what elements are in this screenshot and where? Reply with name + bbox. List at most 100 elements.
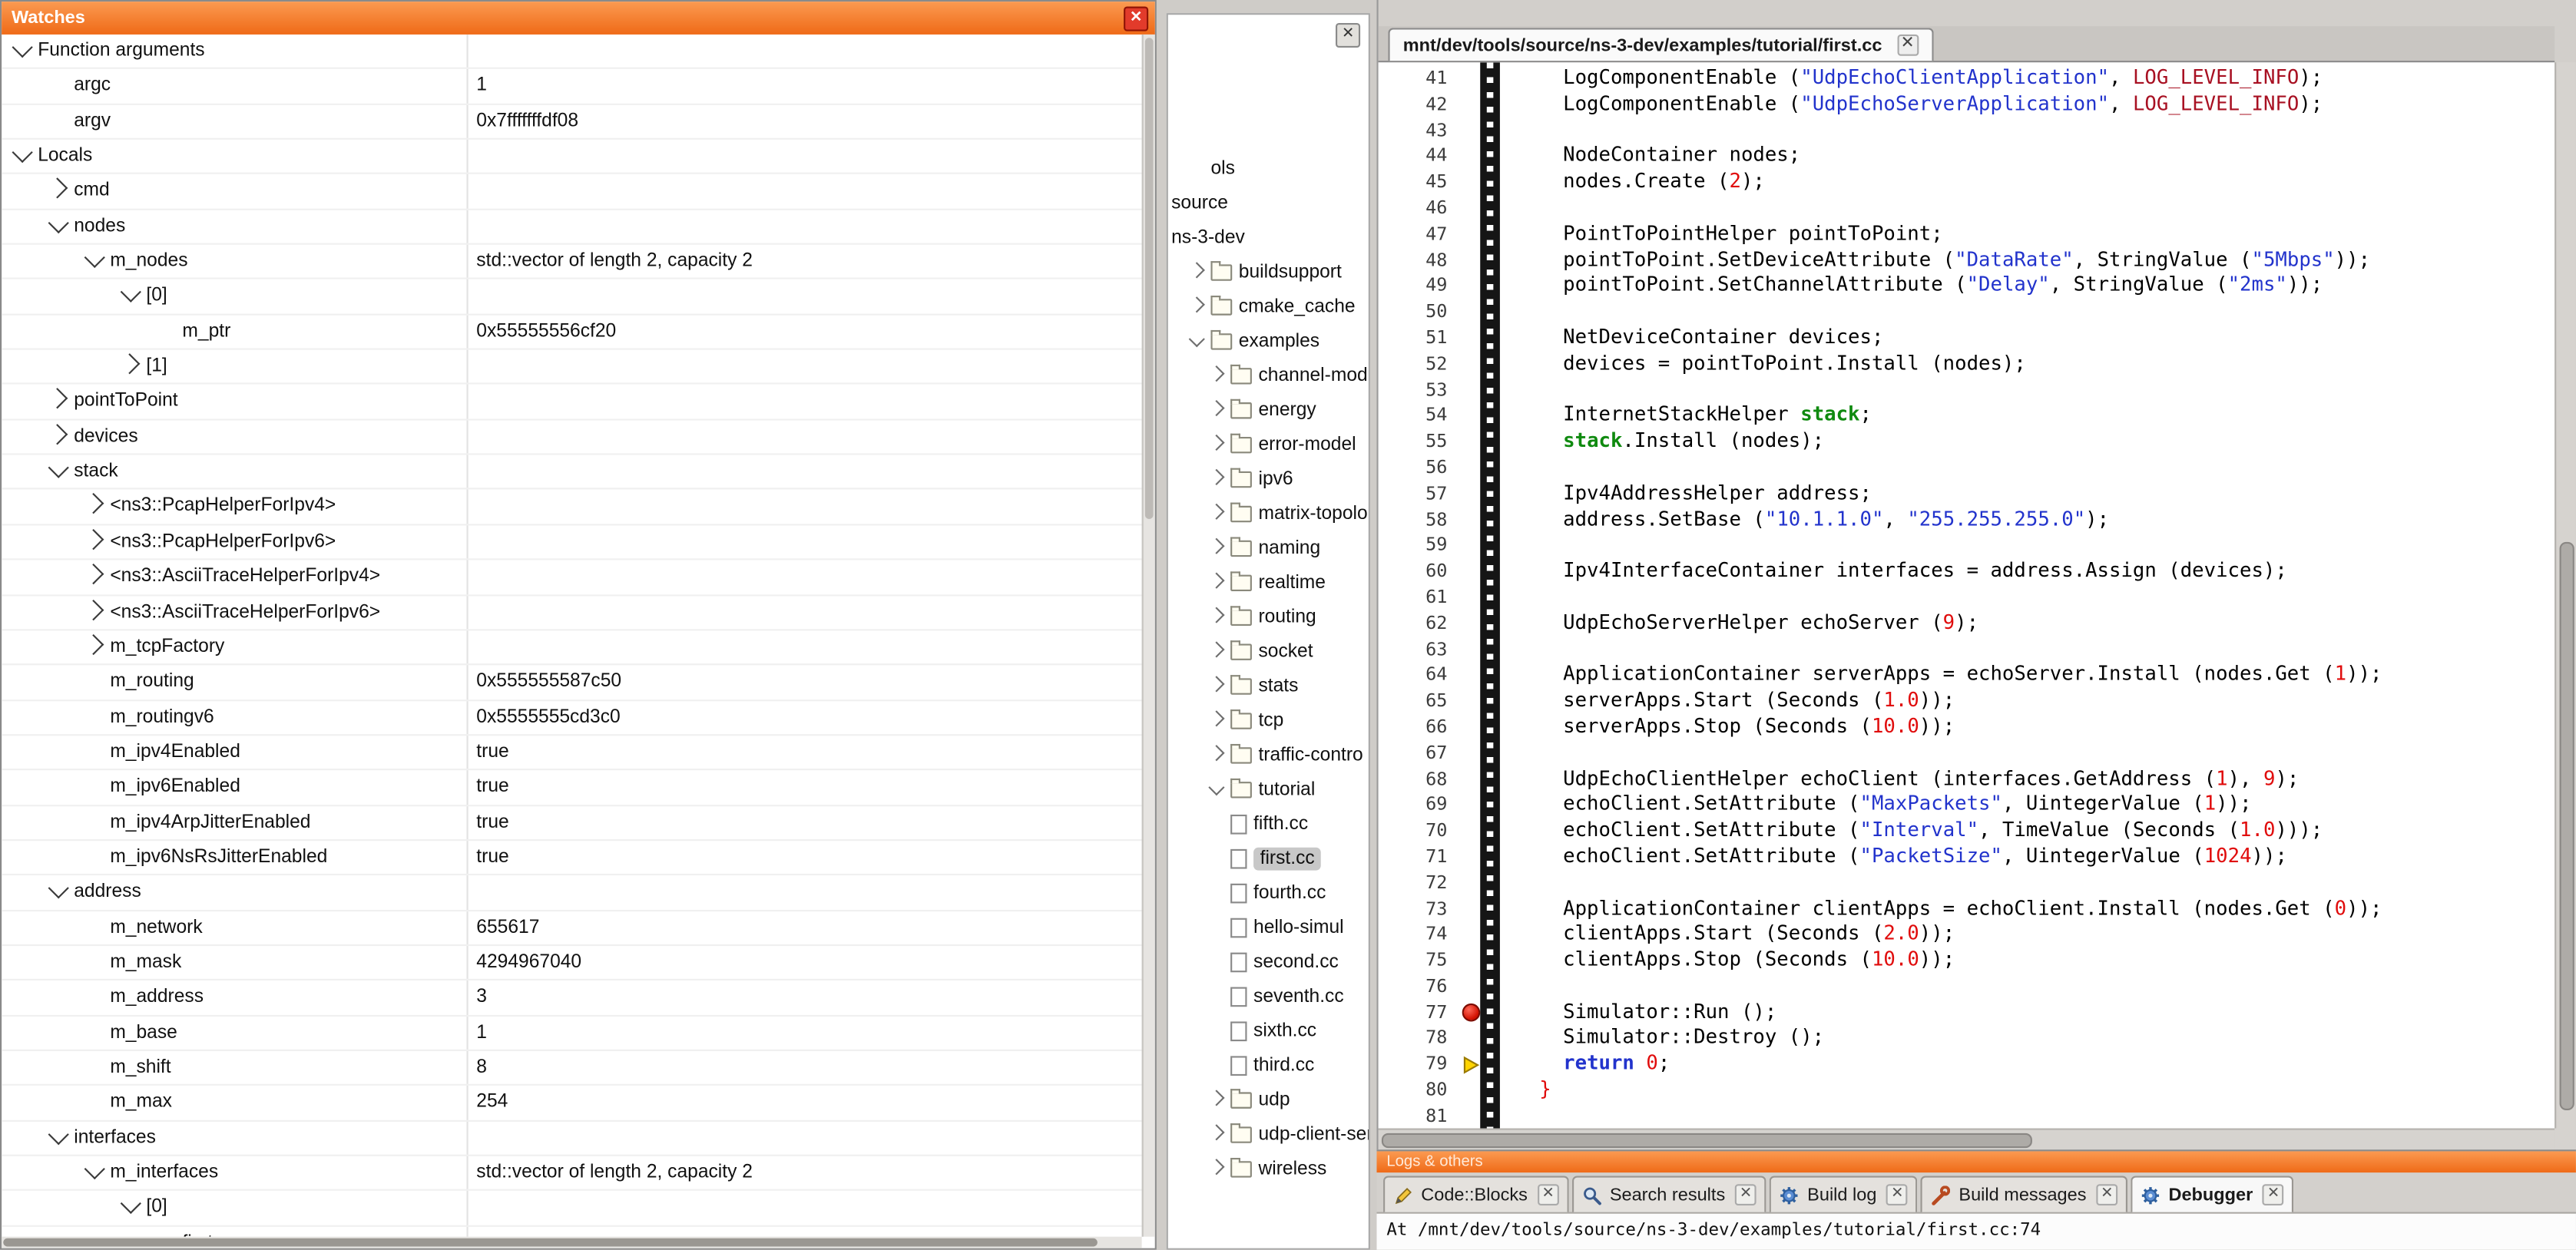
scrollbar-thumb[interactable] (1145, 38, 1154, 518)
logs-tab-search-results[interactable]: Search results✕ (1572, 1176, 1766, 1212)
breakpoint-margin-cell[interactable] (1461, 66, 1507, 92)
chevron-right-icon[interactable] (1208, 539, 1224, 555)
tree-item-cmake-cache[interactable]: cmake_cache (1168, 291, 1369, 326)
chevron-right-icon[interactable] (83, 599, 104, 620)
watch-row[interactable]: m_address3 (2, 981, 1141, 1017)
code-line[interactable] (1539, 1103, 2554, 1128)
tree-item-udp[interactable]: udp (1168, 1084, 1369, 1119)
watch-row[interactable]: <ns3::AsciiTraceHelperForIpv6> (2, 595, 1141, 630)
close-icon[interactable]: ✕ (1336, 23, 1360, 48)
tree-item-fifth-cc[interactable]: fifth.cc (1168, 808, 1369, 842)
chevron-right-icon[interactable] (1208, 366, 1224, 382)
watch-row[interactable]: m_mask4294967040 (2, 946, 1141, 981)
logs-titlebar[interactable]: Logs & others (1376, 1151, 2575, 1172)
code-line[interactable]: ApplicationContainer clientApps = echoCl… (1539, 896, 2554, 922)
watch-row[interactable]: argv0x7fffffffdf08 (2, 104, 1141, 140)
watch-row[interactable]: [0] (2, 1192, 1141, 1227)
tree-item-wireless[interactable]: wireless (1168, 1153, 1369, 1188)
chevron-down-icon[interactable] (121, 283, 141, 303)
close-icon[interactable]: ✕ (2096, 1184, 2117, 1205)
breakpoint-margin-cell[interactable] (1461, 1026, 1507, 1052)
breakpoint-margin-cell[interactable] (1461, 1000, 1507, 1026)
code-line[interactable]: clientApps.Start (Seconds (2.0)); (1539, 922, 2554, 948)
breakpoint-margin-cell[interactable] (1461, 559, 1507, 585)
watch-row[interactable]: nodes (2, 210, 1141, 245)
logs-tab-code-blocks[interactable]: Code::Blocks✕ (1383, 1176, 1568, 1212)
scrollbar-thumb[interactable] (2558, 542, 2573, 1110)
tree-item-fourth-cc[interactable]: fourth.cc (1168, 877, 1369, 911)
breakpoint-margin-cell[interactable] (1461, 766, 1507, 792)
tree-item-ipv6[interactable]: ipv6 (1168, 463, 1369, 498)
chevron-right-icon[interactable] (119, 353, 140, 374)
code-line[interactable]: ApplicationContainer serverApps = echoSe… (1539, 663, 2554, 689)
editor-vertical-scrollbar[interactable] (2554, 62, 2576, 1128)
code-line[interactable]: PointToPointHelper pointToPoint; (1539, 221, 2554, 247)
watch-row[interactable]: address (2, 876, 1141, 911)
code-line[interactable]: LogComponentEnable ("UdpEchoClientApplic… (1539, 66, 2554, 92)
chevron-right-icon[interactable] (83, 634, 104, 655)
close-icon[interactable]: ✕ (1897, 35, 1919, 56)
chevron-right-icon[interactable] (47, 178, 68, 199)
chevron-right-icon[interactable] (1208, 607, 1224, 623)
chevron-right-icon[interactable] (83, 529, 104, 550)
tree-item-realtime[interactable]: realtime (1168, 567, 1369, 601)
code-line[interactable]: UdpEchoServerHelper echoServer (9); (1539, 610, 2554, 637)
code-lines[interactable]: LogComponentEnable ("UdpEchoClientApplic… (1506, 62, 2554, 1128)
chevron-right-icon[interactable] (1189, 297, 1205, 313)
breakpoint-margin-cell[interactable] (1461, 584, 1507, 610)
chevron-right-icon[interactable] (47, 389, 68, 409)
watch-row[interactable]: pointToPoint (2, 385, 1141, 420)
watch-row[interactable]: m_interfacesstd::vector of length 2, cap… (2, 1156, 1141, 1192)
code-line[interactable] (1539, 740, 2554, 766)
code-line[interactable] (1539, 870, 2554, 896)
chevron-right-icon[interactable] (1208, 746, 1224, 762)
breakpoint-margin-cell[interactable] (1461, 196, 1507, 222)
code-line[interactable] (1539, 533, 2554, 559)
breakpoint-gutter[interactable] (1461, 62, 1507, 1128)
breakpoint-margin-cell[interactable] (1461, 922, 1507, 948)
code-line[interactable]: echoClient.SetAttribute ("MaxPackets", U… (1539, 792, 2554, 818)
watch-row[interactable]: m_routing0x555555587c50 (2, 666, 1141, 701)
code-line[interactable]: LogComponentEnable ("UdpEchoServerApplic… (1539, 91, 2554, 117)
breakpoint-icon[interactable] (1462, 1004, 1481, 1022)
breakpoint-margin-cell[interactable] (1461, 221, 1507, 247)
chevron-right-icon[interactable] (1208, 435, 1224, 451)
watch-row[interactable]: m_ipv4Enabledtrue (2, 736, 1141, 771)
watch-row[interactable]: <ns3::PcapHelperForIpv4> (2, 490, 1141, 525)
watch-row[interactable]: m_nodesstd::vector of length 2, capacity… (2, 245, 1141, 280)
breakpoint-margin-cell[interactable] (1461, 273, 1507, 299)
editor-tab-first-cc[interactable]: mnt/dev/tools/source/ns-3-dev/examples/t… (1388, 28, 1932, 61)
tree-item-tcp[interactable]: tcp (1168, 705, 1369, 739)
breakpoint-margin-cell[interactable] (1461, 455, 1507, 481)
code-line[interactable] (1539, 637, 2554, 663)
tree-item-udp-client-ser[interactable]: udp-client-ser (1168, 1119, 1369, 1153)
tree-item-routing[interactable]: routing (1168, 601, 1369, 636)
code-line[interactable]: Simulator::Destroy (); (1539, 1026, 2554, 1052)
watch-row[interactable]: cmd (2, 175, 1141, 210)
breakpoint-margin-cell[interactable] (1461, 947, 1507, 974)
code-line[interactable] (1539, 584, 2554, 610)
watch-row[interactable]: m_shift8 (2, 1051, 1141, 1086)
chevron-down-icon[interactable] (1208, 780, 1224, 796)
watch-row[interactable]: m_max254 (2, 1086, 1141, 1122)
code-line[interactable]: } (1539, 1077, 2554, 1103)
tree-item-first-cc[interactable]: first.cc (1168, 842, 1369, 877)
chevron-right-icon[interactable] (1208, 504, 1224, 521)
tree-item-tutorial[interactable]: tutorial (1168, 773, 1369, 808)
breakpoint-margin-cell[interactable] (1461, 740, 1507, 766)
watches-titlebar[interactable]: Watches ✕ (2, 2, 1155, 35)
breakpoint-margin-cell[interactable] (1461, 1052, 1507, 1078)
code-line[interactable]: echoClient.SetAttribute ("PacketSize", U… (1539, 844, 2554, 870)
chevron-down-icon[interactable] (12, 142, 33, 163)
code-line[interactable]: nodes.Create (2); (1539, 170, 2554, 196)
watch-row[interactable]: first (2, 1226, 1141, 1237)
chevron-right-icon[interactable] (1208, 574, 1224, 590)
chevron-right-icon[interactable] (1189, 263, 1205, 279)
breakpoint-margin-cell[interactable] (1461, 792, 1507, 818)
chevron-right-icon[interactable] (47, 424, 68, 445)
close-icon[interactable]: ✕ (1735, 1184, 1757, 1205)
breakpoint-margin-cell[interactable] (1461, 689, 1507, 715)
tree-item-ols[interactable]: ols (1168, 153, 1369, 187)
code-line[interactable]: Ipv4InterfaceContainer interfaces = addr… (1539, 559, 2554, 585)
code-line[interactable] (1539, 299, 2554, 326)
